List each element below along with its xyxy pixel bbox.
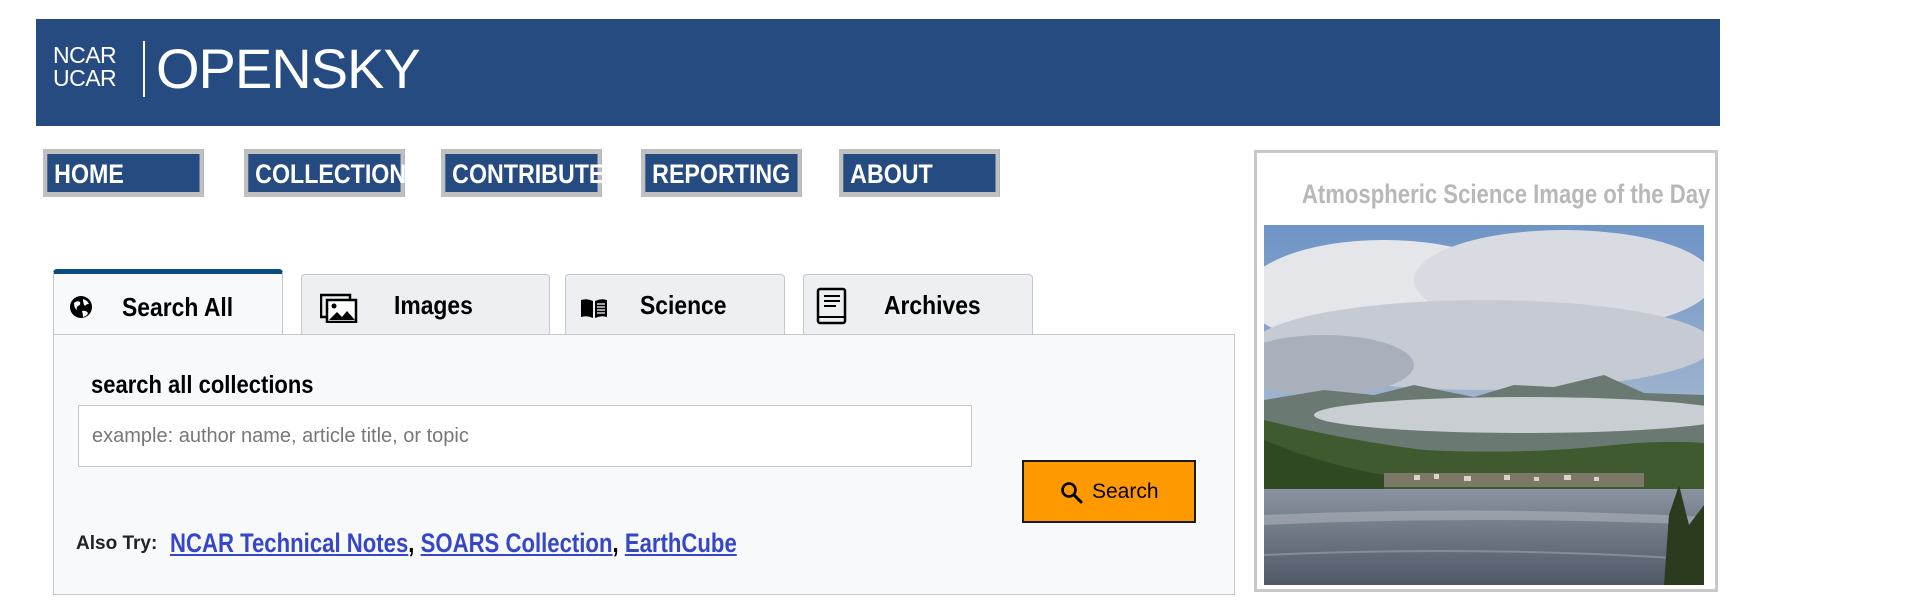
tab-science-label: Science bbox=[640, 290, 727, 320]
nav-collections[interactable]: COLLECTIONS bbox=[244, 149, 422, 197]
nav-about-label: ABOUT bbox=[850, 159, 933, 189]
globe-icon bbox=[70, 296, 92, 318]
book-icon bbox=[816, 287, 847, 325]
nav-reporting[interactable]: REPORTING bbox=[641, 149, 802, 197]
image-of-the-day-title[interactable]: Atmospheric Science Image of the Day bbox=[1257, 179, 1715, 210]
book-open-icon bbox=[581, 299, 607, 318]
tab-archives[interactable]: Archives bbox=[803, 274, 1033, 335]
site-name[interactable]: OPENSKY bbox=[156, 39, 421, 99]
tab-science[interactable]: Science bbox=[565, 274, 785, 335]
image-of-the-day-photo[interactable] bbox=[1264, 225, 1704, 585]
site-header-banner: NCAR UCAR OPENSKY bbox=[36, 19, 1720, 126]
search-button-label: Search bbox=[1092, 480, 1159, 503]
link-soars-collection[interactable]: SOARS Collection bbox=[420, 528, 612, 558]
link-ncar-technical-notes[interactable]: NCAR Technical Notes bbox=[170, 528, 408, 558]
images-icon bbox=[320, 293, 358, 323]
also-try-links: NCAR Technical Notes, SOARS Collection, … bbox=[170, 528, 737, 559]
logo-line-ncar: NCAR bbox=[53, 42, 117, 68]
search-button[interactable]: Search bbox=[1022, 460, 1196, 523]
also-try: Also Try: NCAR Technical Notes, SOARS Co… bbox=[76, 528, 861, 559]
image-of-the-day-title-text: Atmospheric Science Image of the Day bbox=[1301, 179, 1711, 209]
nav-home[interactable]: HOME bbox=[43, 149, 204, 197]
nav-contribute-label: CONTRIBUTE bbox=[452, 159, 605, 189]
nav-reporting-label: REPORTING bbox=[652, 159, 791, 189]
tab-archives-label: Archives bbox=[884, 290, 981, 320]
tab-images[interactable]: Images bbox=[301, 274, 550, 335]
search-icon bbox=[1061, 482, 1083, 504]
logo-divider bbox=[143, 41, 145, 97]
tab-search-all[interactable]: Search All bbox=[53, 269, 283, 336]
nav-collections-label: COLLECTIONS bbox=[255, 159, 422, 189]
tab-images-label: Images bbox=[394, 290, 473, 320]
search-input[interactable] bbox=[78, 405, 972, 467]
landscape-photo bbox=[1264, 225, 1704, 585]
image-of-the-day-card: Atmospheric Science Image of the Day bbox=[1254, 150, 1718, 592]
link-separator: , bbox=[408, 528, 415, 558]
nav-home-label: HOME bbox=[54, 159, 124, 189]
search-heading: search all collections bbox=[91, 371, 314, 399]
nav-about[interactable]: ABOUT bbox=[839, 149, 1000, 197]
ncar-ucar-logo[interactable]: NCAR UCAR bbox=[53, 42, 117, 91]
search-panel: search all collections Search Also Try: … bbox=[53, 334, 1235, 595]
nav-contribute[interactable]: CONTRIBUTE bbox=[441, 149, 605, 197]
also-try-label: Also Try: bbox=[76, 532, 158, 554]
link-earthcube[interactable]: EarthCube bbox=[625, 528, 737, 558]
logo-line-ucar: UCAR bbox=[53, 65, 117, 91]
tab-search-all-label: Search All bbox=[122, 292, 234, 322]
link-separator: , bbox=[612, 528, 619, 558]
